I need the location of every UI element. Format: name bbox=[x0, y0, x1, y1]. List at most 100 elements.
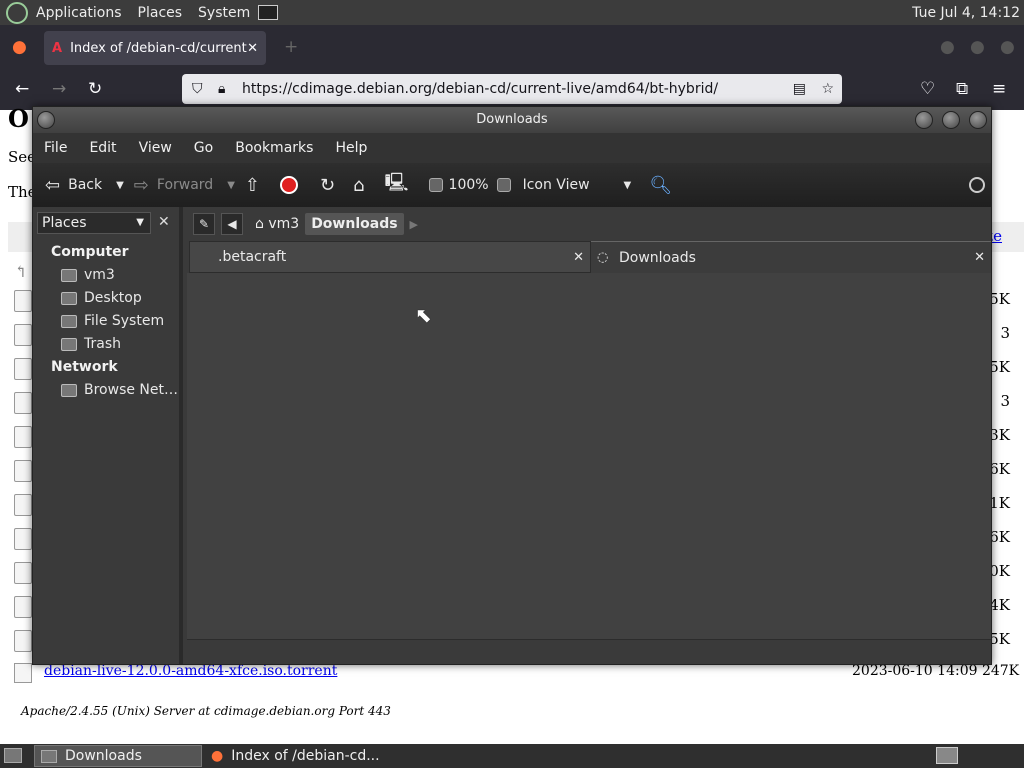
throbber-icon bbox=[969, 177, 985, 193]
computer-icon[interactable]: 🖳︎ bbox=[385, 170, 409, 200]
menu-bar: File Edit View Go Bookmarks Help bbox=[33, 133, 991, 163]
menu-help[interactable]: Help bbox=[324, 140, 378, 156]
stop-icon[interactable] bbox=[280, 176, 298, 194]
search-icon[interactable]: 🔍︎ bbox=[649, 175, 672, 196]
breadcrumb-label: vm3 bbox=[268, 216, 300, 232]
home-folder-icon[interactable]: ⌂ bbox=[353, 175, 364, 196]
browser-tab[interactable]: A Index of /debian-cd/current- ✕ bbox=[44, 31, 266, 65]
view-mode-select[interactable]: Icon View ▼ bbox=[523, 177, 632, 193]
places-menu[interactable]: Places bbox=[130, 5, 191, 21]
maximize-button[interactable] bbox=[942, 111, 960, 129]
sidebar-item-browse-network[interactable]: Browse Net… bbox=[61, 382, 178, 398]
zoom-level: 100% bbox=[448, 177, 489, 193]
toggle-location-entry-icon[interactable]: ✎ bbox=[193, 213, 215, 235]
network-icon bbox=[61, 383, 77, 397]
file-link[interactable]: debian-live-12.0.0-amd64-xfce.iso.torren… bbox=[44, 663, 337, 679]
forward-arrow-icon: ⇨ bbox=[133, 174, 149, 196]
torrent-file-icon bbox=[14, 528, 32, 550]
back-arrow-icon[interactable]: ← bbox=[15, 79, 29, 99]
file-size: 6K bbox=[989, 528, 1010, 546]
menu-bookmarks[interactable]: Bookmarks bbox=[224, 140, 324, 156]
sidebar-item-trash[interactable]: Trash bbox=[61, 336, 121, 352]
sidebar-item-label: vm3 bbox=[84, 267, 115, 283]
distro-logo-icon[interactable] bbox=[6, 1, 28, 24]
menu-view[interactable]: View bbox=[128, 140, 183, 156]
torrent-file-icon bbox=[14, 426, 32, 448]
taskbar-item-downloads[interactable]: Downloads bbox=[34, 745, 202, 767]
show-desktop-icon[interactable] bbox=[4, 748, 22, 763]
forward-button[interactable]: ⇨ Forward ▼ bbox=[134, 175, 235, 196]
close-button[interactable] bbox=[969, 111, 987, 129]
tab-downloads[interactable]: ◌ Downloads ✕ bbox=[591, 241, 991, 273]
workspace-switcher-icon[interactable] bbox=[936, 747, 958, 764]
back-history-dropdown-icon[interactable]: ▼ bbox=[116, 180, 124, 191]
zoom-out-icon[interactable] bbox=[428, 178, 443, 192]
shield-icon[interactable]: ⛉ bbox=[192, 81, 203, 97]
new-tab-icon[interactable]: + bbox=[284, 37, 298, 57]
clock[interactable]: Tue Jul 4, 14:12 bbox=[912, 5, 1020, 21]
url-text[interactable]: https://cdimage.debian.org/debian-cd/cur… bbox=[242, 81, 718, 97]
file-view-pane[interactable]: ⬉ bbox=[187, 273, 991, 639]
chevron-down-icon: ▼ bbox=[136, 217, 144, 228]
file-icon bbox=[14, 392, 32, 414]
pocket-icon[interactable]: ♡ bbox=[920, 79, 935, 99]
menu-go[interactable]: Go bbox=[183, 140, 224, 156]
minimize-button[interactable] bbox=[915, 111, 933, 129]
extensions-icon[interactable]: ⧉ bbox=[956, 79, 968, 99]
firefox-menu-icon[interactable]: ● bbox=[12, 37, 27, 57]
file-size: 1K bbox=[989, 494, 1010, 512]
file-icon bbox=[14, 358, 32, 380]
path-scroll-left-icon[interactable]: ◀ bbox=[221, 213, 243, 235]
parent-dir-icon: ↰ bbox=[14, 262, 28, 281]
sidebar-selector[interactable]: Places ▼ bbox=[37, 212, 151, 234]
system-menu[interactable]: System bbox=[190, 5, 258, 21]
path-bar: ✎ ◀ ⌂ vm3 Downloads ▶ bbox=[187, 207, 991, 241]
url-bar[interactable]: ⛉ 🔒︎ https://cdimage.debian.org/debian-c… bbox=[182, 74, 842, 104]
sidebar-item-desktop[interactable]: Desktop bbox=[61, 290, 142, 306]
browser-tab-title: Index of /debian-cd/current- bbox=[70, 40, 248, 56]
drive-icon bbox=[61, 314, 77, 328]
sidebar-item-vm3[interactable]: vm3 bbox=[61, 267, 115, 283]
back-arrow-icon: ⇦ bbox=[45, 174, 61, 196]
reload-icon[interactable]: ↻ bbox=[88, 79, 102, 99]
up-arrow-icon[interactable]: ⇧ bbox=[245, 175, 260, 196]
status-bar bbox=[187, 639, 991, 664]
taskbar-item-firefox[interactable]: ● Index of /debian-cd... bbox=[205, 745, 385, 767]
path-scroll-right-icon[interactable]: ▶ bbox=[410, 218, 418, 231]
view-mode-label: Icon View bbox=[522, 177, 590, 193]
bookmark-star-icon[interactable]: ☆ bbox=[821, 81, 834, 97]
menu-file[interactable]: File bbox=[33, 140, 78, 156]
close-window-icon[interactable]: ● bbox=[1000, 37, 1015, 57]
maximize-window-icon[interactable]: ● bbox=[970, 37, 985, 57]
close-tab-icon[interactable]: ✕ bbox=[974, 250, 985, 265]
tab-strip: .betacraft ✕ ◌ Downloads ✕ bbox=[187, 241, 991, 273]
forward-history-dropdown-icon[interactable]: ▼ bbox=[227, 180, 235, 191]
breadcrumb-downloads[interactable]: Downloads bbox=[305, 213, 404, 235]
applications-menu[interactable]: Applications bbox=[28, 5, 130, 21]
sidebar-item-label: Browse Net… bbox=[84, 382, 179, 398]
sidebar-item-file-system[interactable]: File System bbox=[61, 313, 164, 329]
window-menu-button[interactable] bbox=[37, 111, 55, 129]
file-manager-window: Downloads File Edit View Go Bookmarks He… bbox=[32, 106, 992, 665]
breadcrumb-vm3[interactable]: ⌂ vm3 bbox=[249, 213, 305, 235]
window-titlebar[interactable]: Downloads bbox=[33, 107, 991, 133]
chevron-down-icon: ▼ bbox=[623, 179, 632, 191]
sidebar-item-label: Desktop bbox=[84, 290, 142, 306]
zoom-in-icon[interactable] bbox=[496, 178, 511, 192]
close-tab-icon[interactable]: ✕ bbox=[247, 41, 258, 56]
lock-icon[interactable]: 🔒︎ bbox=[218, 81, 225, 97]
terminal-launcher-icon[interactable] bbox=[258, 5, 279, 20]
close-sidebar-icon[interactable]: ✕ bbox=[158, 214, 170, 230]
menu-edit[interactable]: Edit bbox=[78, 140, 127, 156]
back-button[interactable]: ⇦ Back ▼ bbox=[45, 175, 124, 196]
close-tab-icon[interactable]: ✕ bbox=[573, 250, 584, 265]
reload-icon[interactable]: ↻ bbox=[320, 175, 335, 196]
minimize-window-icon[interactable]: ● bbox=[940, 37, 955, 57]
reader-view-icon[interactable]: ▤ bbox=[793, 81, 806, 97]
hamburger-menu-icon[interactable]: ≡ bbox=[992, 79, 1006, 99]
home-folder-icon bbox=[61, 268, 77, 282]
tab-favicon-icon: A bbox=[52, 40, 63, 56]
forward-arrow-icon[interactable]: → bbox=[52, 79, 66, 99]
tab-betacraft[interactable]: .betacraft ✕ bbox=[189, 241, 591, 273]
firefox-tab-strip: ● A Index of /debian-cd/current- ✕ + ● ●… bbox=[0, 25, 1024, 69]
